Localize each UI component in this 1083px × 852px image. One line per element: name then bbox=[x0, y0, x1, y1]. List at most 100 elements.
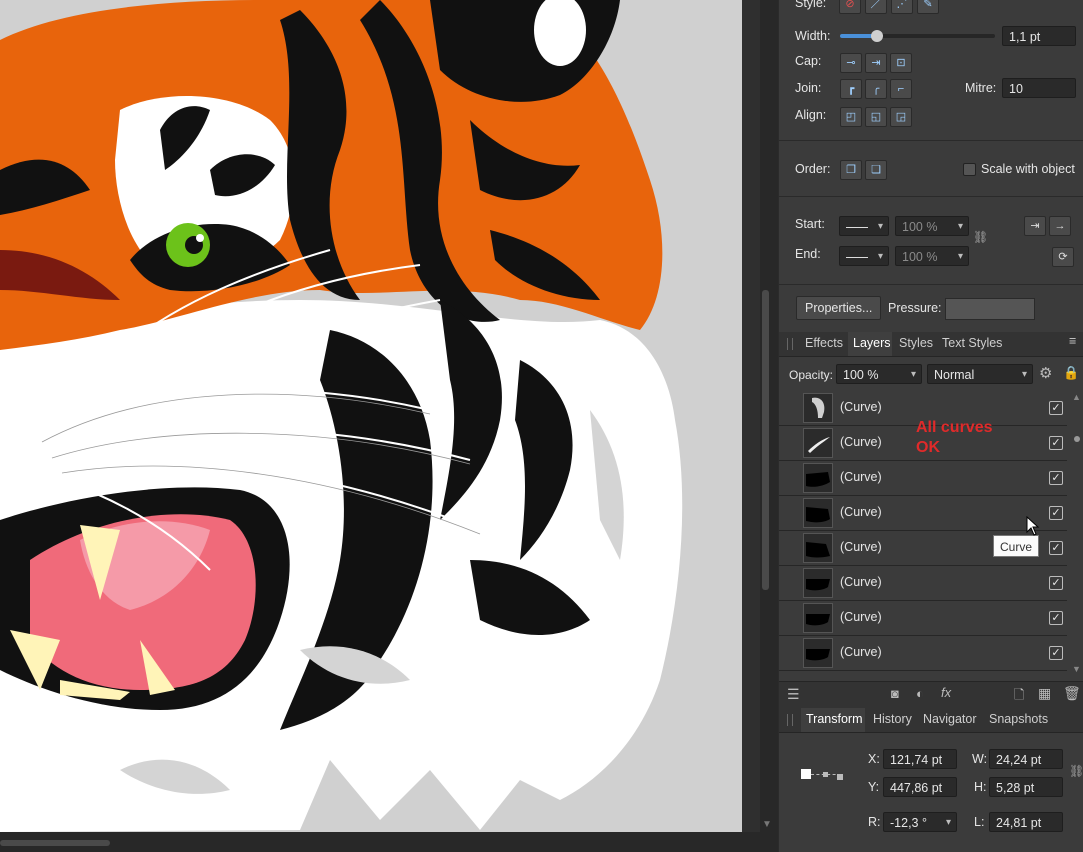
scroll-down-arrow-icon[interactable]: ▼ bbox=[762, 819, 772, 830]
layer-name[interactable]: (Curve) bbox=[840, 575, 882, 589]
scale-with-object-checkbox[interactable] bbox=[963, 163, 976, 176]
layer-row[interactable]: (Curve) ✓ bbox=[779, 636, 1067, 671]
width-slider-knob[interactable] bbox=[871, 30, 884, 42]
no-stroke-style-icon[interactable]: ⊘ bbox=[839, 0, 861, 14]
layer-row[interactable]: (Curve) ✓ bbox=[779, 601, 1067, 636]
adjustment-layer-icon[interactable]: ◐ bbox=[916, 686, 924, 701]
canvas-horizontal-scrollbar[interactable] bbox=[0, 832, 760, 852]
blend-mode-dropdown[interactable]: Normal bbox=[927, 364, 1033, 385]
layer-name[interactable]: (Curve) bbox=[840, 610, 882, 624]
length-field[interactable]: 24,81 pt bbox=[989, 812, 1063, 832]
layer-thumbnail bbox=[803, 603, 833, 633]
properties-button[interactable]: Properties... bbox=[796, 296, 882, 320]
layer-thumbnail bbox=[803, 393, 833, 423]
layer-visibility-checkbox[interactable]: ✓ bbox=[1049, 436, 1063, 450]
tab-layers[interactable]: Layers bbox=[853, 336, 891, 350]
end-scale-field[interactable]: 100 % bbox=[895, 246, 969, 267]
start-scale-field[interactable]: 100 % bbox=[895, 216, 969, 237]
gear-icon[interactable]: ⚙ bbox=[1039, 364, 1052, 382]
add-pixel-layer-icon[interactable]: 🗋 bbox=[1014, 686, 1024, 708]
width-field[interactable]: 1,1 pt bbox=[1002, 26, 1076, 46]
panel-menu-icon[interactable]: ≡ bbox=[1069, 334, 1076, 348]
layer-name[interactable]: (Curve) bbox=[840, 645, 882, 659]
layer-row[interactable]: (Curve) ✓ bbox=[779, 461, 1067, 496]
scroll-up-arrow-icon[interactable]: ▲ bbox=[1072, 392, 1081, 402]
solid-stroke-style-icon[interactable]: ／ bbox=[865, 0, 887, 14]
swap-arrowheads-icon[interactable]: ⟳ bbox=[1052, 247, 1074, 267]
round-cap-icon[interactable]: ⇥ bbox=[865, 53, 887, 73]
round-join-icon[interactable]: ╭ bbox=[865, 79, 887, 99]
end-arrowhead-dropdown[interactable] bbox=[839, 246, 889, 267]
layer-name[interactable]: (Curve) bbox=[840, 470, 882, 484]
trash-icon[interactable]: 🗑 bbox=[1063, 685, 1081, 702]
layer-name[interactable]: (Curve) bbox=[840, 435, 882, 449]
layer-visibility-checkbox[interactable]: ✓ bbox=[1049, 646, 1063, 660]
tiger-artwork[interactable] bbox=[0, 0, 742, 832]
tab-effects[interactable]: Effects bbox=[805, 336, 843, 350]
rotation-field[interactable]: -12,3 ° bbox=[883, 812, 957, 833]
arrow-inside-icon[interactable]: ⇥ bbox=[1024, 216, 1046, 236]
tab-styles[interactable]: Styles bbox=[899, 336, 933, 350]
style-label: Style: bbox=[795, 0, 827, 10]
y-field[interactable]: 447,86 pt bbox=[883, 777, 957, 797]
layers-scrollbar[interactable]: ▲ ▼ bbox=[1071, 390, 1083, 680]
panel-grip-icon[interactable] bbox=[787, 714, 793, 726]
square-cap-icon[interactable]: ⊡ bbox=[890, 53, 912, 73]
butt-cap-icon[interactable]: ⊸ bbox=[840, 53, 862, 73]
align-label: Align: bbox=[795, 108, 827, 122]
horizontal-scroll-thumb[interactable] bbox=[0, 840, 110, 846]
h-field[interactable]: 5,28 pt bbox=[989, 777, 1063, 797]
layer-visibility-checkbox[interactable]: ✓ bbox=[1049, 401, 1063, 415]
link-chain-icon[interactable]: ⛓ bbox=[1069, 764, 1083, 778]
layer-name[interactable]: (Curve) bbox=[840, 540, 882, 554]
fx-icon[interactable]: fx bbox=[941, 685, 951, 700]
anchor-point-selector-icon[interactable] bbox=[801, 766, 847, 782]
tab-snapshots[interactable]: Snapshots bbox=[989, 712, 1048, 726]
layers-scroll-thumb[interactable] bbox=[1074, 436, 1080, 442]
mitre-label: Mitre: bbox=[965, 81, 997, 95]
layer-row[interactable]: (Curve) ✓ bbox=[779, 496, 1067, 531]
tab-transform[interactable]: Transform bbox=[806, 712, 863, 726]
layer-name[interactable]: (Curve) bbox=[840, 505, 882, 519]
align-outside-stroke-icon[interactable]: ◲ bbox=[890, 107, 912, 127]
layer-thumbnail bbox=[803, 638, 833, 668]
tab-text-styles[interactable]: Text Styles bbox=[942, 336, 1002, 350]
layer-visibility-checkbox[interactable]: ✓ bbox=[1049, 611, 1063, 625]
brush-stroke-style-icon[interactable]: ✎ bbox=[917, 0, 939, 14]
canvas-vertical-scrollbar[interactable]: ▼ bbox=[760, 0, 778, 852]
bevel-join-icon[interactable]: ⌐ bbox=[890, 79, 912, 99]
mitre-field[interactable]: 10 bbox=[1002, 78, 1076, 98]
order-label: Order: bbox=[795, 162, 831, 176]
layer-visibility-checkbox[interactable]: ✓ bbox=[1049, 506, 1063, 520]
pressure-graph[interactable] bbox=[945, 298, 1035, 320]
align-inside-stroke-icon[interactable]: ◱ bbox=[865, 107, 887, 127]
tab-history[interactable]: History bbox=[873, 712, 912, 726]
arrow-outside-icon[interactable]: → bbox=[1049, 216, 1071, 236]
miter-join-icon[interactable]: ┏ bbox=[840, 79, 862, 99]
layer-row[interactable]: (Curve) ✓ bbox=[779, 566, 1067, 601]
mouse-cursor-icon bbox=[1026, 516, 1040, 536]
tab-navigator[interactable]: Navigator bbox=[923, 712, 977, 726]
mask-layer-icon[interactable]: ◙ bbox=[891, 686, 899, 701]
opacity-field[interactable]: 100 % bbox=[836, 364, 922, 385]
lock-icon[interactable]: 🔒 bbox=[1063, 365, 1079, 381]
scroll-down-arrow-icon[interactable]: ▼ bbox=[1072, 664, 1081, 674]
x-field[interactable]: 121,74 pt bbox=[883, 749, 957, 769]
start-arrowhead-dropdown[interactable] bbox=[839, 216, 889, 237]
width-slider[interactable] bbox=[840, 30, 995, 42]
link-chain-icon[interactable]: ⛓ bbox=[973, 230, 988, 244]
layer-visibility-checkbox[interactable]: ✓ bbox=[1049, 541, 1063, 555]
panel-grip-icon[interactable] bbox=[787, 338, 793, 350]
dashed-stroke-style-icon[interactable]: ⋰ bbox=[891, 0, 913, 14]
stroke-behind-fill-icon[interactable]: ❐ bbox=[840, 160, 862, 180]
layer-visibility-checkbox[interactable]: ✓ bbox=[1049, 576, 1063, 590]
stroke-in-front-icon[interactable]: ❏ bbox=[865, 160, 887, 180]
vertical-scroll-thumb[interactable] bbox=[762, 290, 769, 590]
w-field[interactable]: 24,24 pt bbox=[989, 749, 1063, 769]
grid-icon[interactable]: ▦ bbox=[1038, 685, 1051, 702]
align-center-stroke-icon[interactable]: ◰ bbox=[840, 107, 862, 127]
layer-visibility-checkbox[interactable]: ✓ bbox=[1049, 471, 1063, 485]
document-canvas[interactable] bbox=[0, 0, 760, 852]
layers-stack-icon[interactable]: ☰ bbox=[787, 686, 800, 703]
layer-name[interactable]: (Curve) bbox=[840, 400, 882, 414]
